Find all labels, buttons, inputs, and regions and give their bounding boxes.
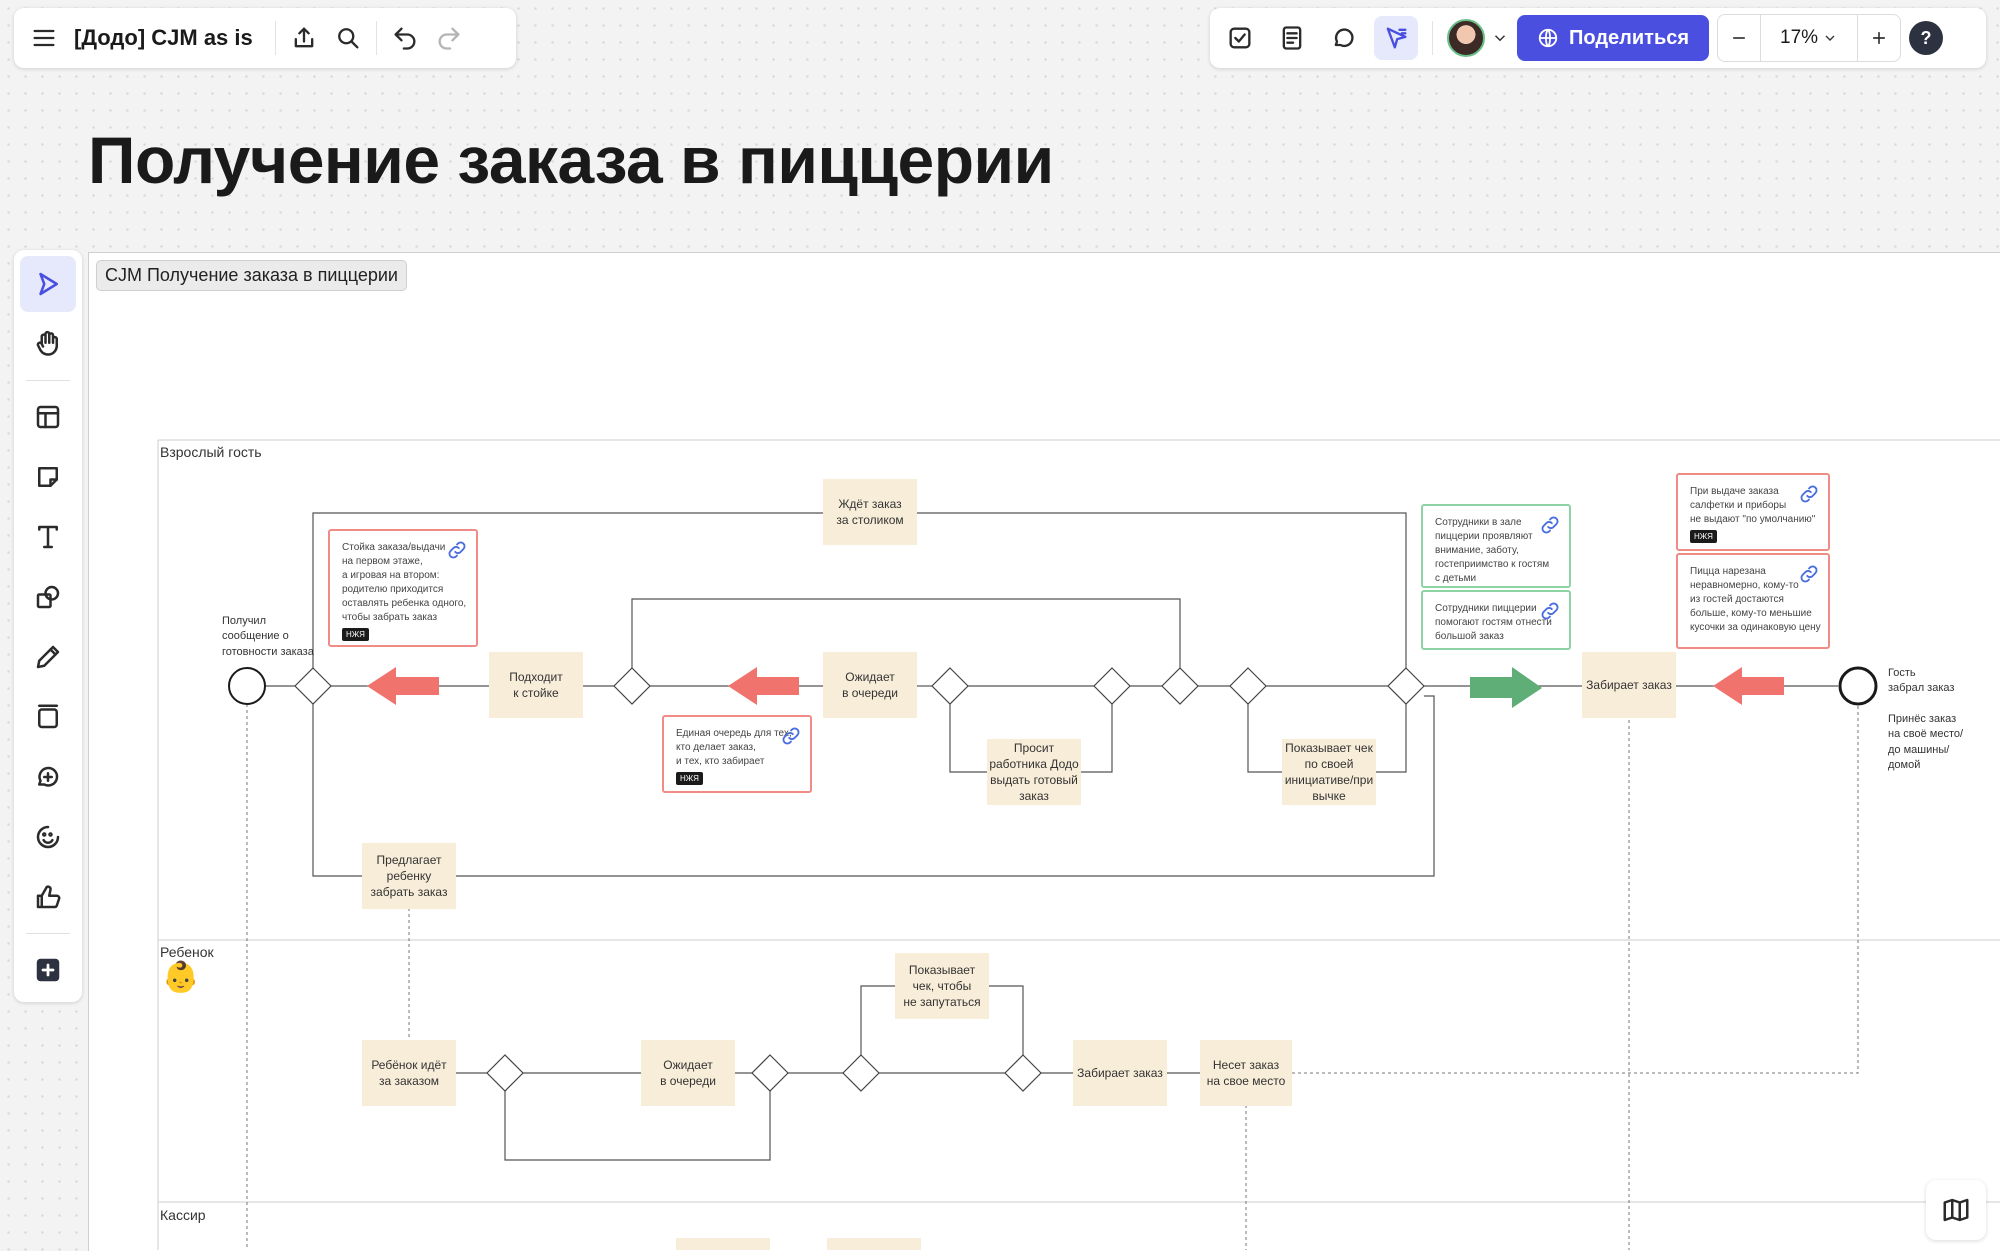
divider xyxy=(26,933,70,934)
lane-cashier: Кассир xyxy=(160,1207,206,1223)
gain-arrow xyxy=(1470,667,1542,708)
hand-tool[interactable] xyxy=(20,316,76,372)
link-icon[interactable] xyxy=(780,725,802,747)
child-step-picks-up[interactable]: Забирает заказ xyxy=(1073,1040,1167,1106)
child-emoji: 👶 xyxy=(162,961,200,994)
lane-child: Ребенок xyxy=(160,944,214,960)
text-tool[interactable] xyxy=(20,509,76,565)
diagram: Взрослый гость Ребенок 👶 Кассир Получил … xyxy=(0,0,2000,1250)
note-text: При выдаче заказа салфетки и приборы не … xyxy=(1690,486,1816,525)
note-text: Пицца нарезана неравномерно, кому-то из … xyxy=(1690,566,1821,633)
note-tag: НЖЯ xyxy=(676,772,703,786)
voting-tool[interactable] xyxy=(20,869,76,925)
lane-adult: Взрослый гость xyxy=(160,444,262,460)
note-tag: НЖЯ xyxy=(1690,530,1717,544)
link-icon[interactable] xyxy=(1539,600,1561,622)
left-toolbar xyxy=(14,250,82,1002)
end-event-label: Гость забрал заказ xyxy=(1888,667,1955,695)
pen-tool[interactable] xyxy=(20,629,76,685)
link-icon[interactable] xyxy=(1798,483,1820,505)
note-tag: НЖЯ xyxy=(342,628,369,642)
note-staff-help[interactable]: Сотрудники пиццерии помогают гостям отне… xyxy=(1421,590,1571,650)
shapes-tool[interactable] xyxy=(20,569,76,625)
link-icon[interactable] xyxy=(1798,563,1820,585)
divider xyxy=(26,380,70,381)
child-step-shows-receipt[interactable]: Показывает чек, чтобы не запутаться xyxy=(895,953,989,1019)
select-tool[interactable] xyxy=(20,256,76,312)
step-offers-child[interactable]: Предлагает ребенку забрать заказ xyxy=(362,843,456,909)
child-step-goes[interactable]: Ребёнок идёт за заказом xyxy=(362,1040,456,1106)
note-single-queue[interactable]: Единая очередь для тех, кто делает заказ… xyxy=(662,715,812,793)
minimap-button[interactable] xyxy=(1926,1180,1986,1240)
note-counter-floors[interactable]: Стойка заказа/выдачи на первом этаже, а … xyxy=(328,529,478,647)
step-approaches-counter[interactable]: Подходит к стойке xyxy=(489,652,583,718)
step-shows-receipt[interactable]: Показывает чек по своей инициативе/при в… xyxy=(1282,739,1376,805)
frame-tool[interactable] xyxy=(20,689,76,745)
child-step-waits[interactable]: Ожидает в очереди xyxy=(641,1040,735,1106)
comment-add-tool[interactable] xyxy=(20,749,76,805)
sticky-note-tool[interactable] xyxy=(20,449,76,505)
cashier-step[interactable] xyxy=(827,1238,921,1250)
link-icon[interactable] xyxy=(446,539,468,561)
step-waits-table[interactable]: Ждёт заказ за столиком xyxy=(823,479,917,545)
child-step-carries[interactable]: Несет заказ на свое место xyxy=(1200,1040,1292,1106)
note-napkins[interactable]: При выдаче заказа салфетки и приборы не … xyxy=(1676,473,1830,551)
note-text: Сотрудники пиццерии помогают гостям отне… xyxy=(1435,603,1552,642)
map-icon xyxy=(1943,1198,1969,1222)
link-icon[interactable] xyxy=(1539,514,1561,536)
note-text: Единая очередь для тех, кто делает заказ… xyxy=(676,728,792,767)
emoji-sticker-tool[interactable] xyxy=(20,809,76,865)
more-tools-button[interactable] xyxy=(20,942,76,998)
end-event-note: Принёс заказ на своё место/ до машины/ д… xyxy=(1888,713,1964,772)
note-staff-attention[interactable]: Сотрудники в зале пиццерии проявляют вни… xyxy=(1421,504,1571,588)
note-text: Стойка заказа/выдачи на первом этаже, а … xyxy=(342,542,467,623)
templates-tool[interactable] xyxy=(20,389,76,445)
step-asks-worker[interactable]: Просит работника Додо выдать готовый зак… xyxy=(987,739,1081,805)
step-waits-queue[interactable]: Ожидает в очереди xyxy=(823,652,917,718)
note-pizza-cut[interactable]: Пицца нарезана неравномерно, кому-то из … xyxy=(1676,553,1830,649)
step-picks-up[interactable]: Забирает заказ xyxy=(1582,652,1676,718)
note-text: Сотрудники в зале пиццерии проявляют вни… xyxy=(1435,517,1550,584)
start-event-label: Получил сообщение о готовности заказа xyxy=(222,615,314,658)
cashier-step[interactable] xyxy=(676,1238,770,1250)
